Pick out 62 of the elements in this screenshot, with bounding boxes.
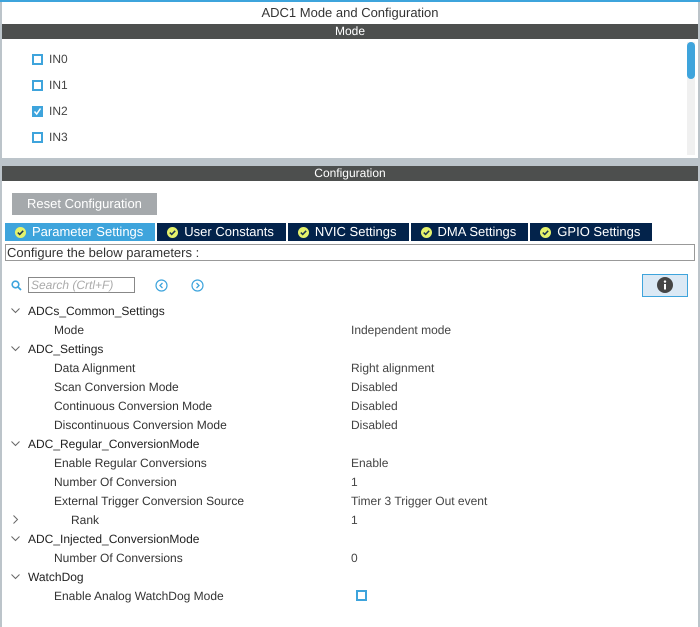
chevron-down-icon[interactable]: [11, 344, 20, 353]
channel-label: IN2: [49, 103, 68, 120]
parameter-value: Timer 3 Trigger Out event: [351, 492, 488, 510]
parameter-value: Disabled: [351, 378, 398, 396]
tab[interactable]: GPIO Settings: [530, 223, 652, 241]
checkbox[interactable]: [32, 54, 43, 64]
group-label[interactable]: ADC_Regular_ConversionMode: [28, 434, 200, 452]
parameter-label: Continuous Conversion Mode: [54, 398, 214, 414]
check-circle-icon: [167, 226, 178, 238]
chevron-down-icon[interactable]: [11, 306, 20, 315]
parameter-value: Independent mode: [351, 322, 452, 338]
next-icon[interactable]: [191, 278, 204, 292]
parameter-label: Rank: [71, 512, 100, 528]
info-button[interactable]: [642, 274, 688, 296]
channel-label: IN1: [49, 77, 68, 94]
section-header: Mode: [2, 24, 698, 39]
parameter-label: Number Of Conversions: [54, 550, 184, 566]
chevron-right-icon[interactable]: [11, 515, 20, 524]
parameter-value: Disabled: [351, 416, 398, 434]
group-label[interactable]: ADC_Settings: [28, 340, 104, 358]
checkbox[interactable]: [32, 80, 43, 90]
chevron-down-icon[interactable]: [11, 439, 20, 448]
tab[interactable]: NVIC Settings: [288, 223, 409, 241]
parameter-value: Enable: [351, 454, 388, 472]
parameter-label: Mode: [54, 322, 86, 338]
group-label[interactable]: WatchDog: [28, 568, 84, 586]
parameter-value: Right alignment: [351, 360, 434, 376]
parameter-value: 1: [351, 474, 358, 490]
check-circle-icon: [15, 226, 26, 238]
tab[interactable]: User Constants: [157, 223, 286, 241]
search-field[interactable]: Search (Crtl+F): [28, 277, 135, 293]
scrollbar[interactable]: [687, 42, 695, 155]
parameter-value: 0: [351, 550, 358, 566]
channel-label: IN3: [49, 129, 68, 146]
parameter-label: Data Alignment: [54, 360, 136, 376]
parameter-label: Enable Analog WatchDog Mode: [54, 588, 225, 604]
group-label[interactable]: ADCs_Common_Settings: [28, 302, 165, 320]
parameter-label: Number Of Conversion: [54, 474, 178, 490]
info-icon: [657, 277, 673, 293]
chevron-down-icon[interactable]: [11, 534, 20, 543]
section-header: Configuration: [2, 166, 698, 181]
search-icon: [11, 280, 22, 290]
check-circle-icon: [420, 226, 432, 238]
group-label[interactable]: ADC_Injected_ConversionMode: [28, 530, 200, 548]
parameter-label: Enable Regular Conversions: [54, 454, 208, 472]
description-field: Configure the below parameters :: [5, 244, 695, 261]
scrollbar-thumb[interactable]: [687, 42, 695, 79]
check-circle-icon: [298, 226, 309, 238]
check-circle-icon: [540, 226, 552, 238]
parameter-value: Disabled: [351, 398, 398, 414]
checkbox[interactable]: [32, 132, 43, 142]
channel-label: IN0: [49, 51, 68, 68]
parameter-value: 1: [351, 512, 358, 528]
previous-icon[interactable]: [155, 278, 168, 292]
chevron-down-icon[interactable]: [11, 572, 20, 581]
parameter-label: Scan Conversion Mode: [54, 378, 180, 396]
parameter-label: External Trigger Conversion Source: [54, 492, 246, 510]
checkbox[interactable]: [356, 590, 367, 601]
parameter-label: Discontinuous Conversion Mode: [54, 416, 228, 434]
checkbox[interactable]: [32, 106, 43, 116]
tab[interactable]: DMA Settings: [410, 223, 528, 241]
window-title: ADC1 Mode and Configuration: [2, 2, 698, 24]
